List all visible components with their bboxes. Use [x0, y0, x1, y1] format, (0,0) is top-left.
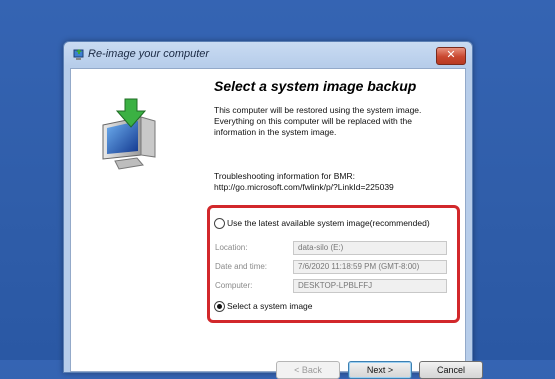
location-field: data-silo (E:)	[293, 241, 447, 255]
dialog-body: Select a system image backup This comput…	[70, 68, 483, 379]
troubleshooting-link[interactable]: http://go.microsoft.com/fwlink/p/?LinkId…	[214, 182, 464, 193]
datetime-label: Date and time:	[215, 262, 268, 271]
description-text: This computer will be restored using the…	[214, 105, 422, 137]
restore-computer-icon	[102, 98, 156, 170]
select-image-label[interactable]: Select a system image	[227, 301, 313, 311]
datetime-field: 7/6/2020 11:18:59 PM (GMT-8:00)	[293, 260, 447, 274]
window-app-icon	[73, 49, 84, 60]
page-title: Select a system image backup	[214, 78, 417, 94]
title-bar: Re-image your computer ✕	[64, 42, 472, 68]
select-image-radio[interactable]	[214, 301, 225, 312]
computer-label: Computer:	[215, 281, 253, 290]
latest-image-radio[interactable]	[214, 218, 225, 229]
troubleshooting-label: Troubleshooting information for BMR:	[214, 171, 355, 181]
cancel-button[interactable]: Cancel	[419, 361, 483, 379]
window-title: Re-image your computer	[88, 48, 210, 60]
location-label: Location:	[215, 243, 248, 252]
latest-image-label[interactable]: Use the latest available system image(re…	[227, 218, 430, 228]
close-icon: ✕	[446, 49, 456, 61]
troubleshooting-info: Troubleshooting information for BMR: htt…	[214, 171, 464, 193]
close-button[interactable]: ✕	[436, 47, 466, 65]
computer-field: DESKTOP-LPBLFFJ	[293, 279, 447, 293]
next-button[interactable]: Next >	[348, 361, 412, 379]
reimage-dialog: Re-image your computer ✕ Select a system…	[63, 41, 483, 379]
back-button[interactable]: < Back	[276, 361, 340, 379]
